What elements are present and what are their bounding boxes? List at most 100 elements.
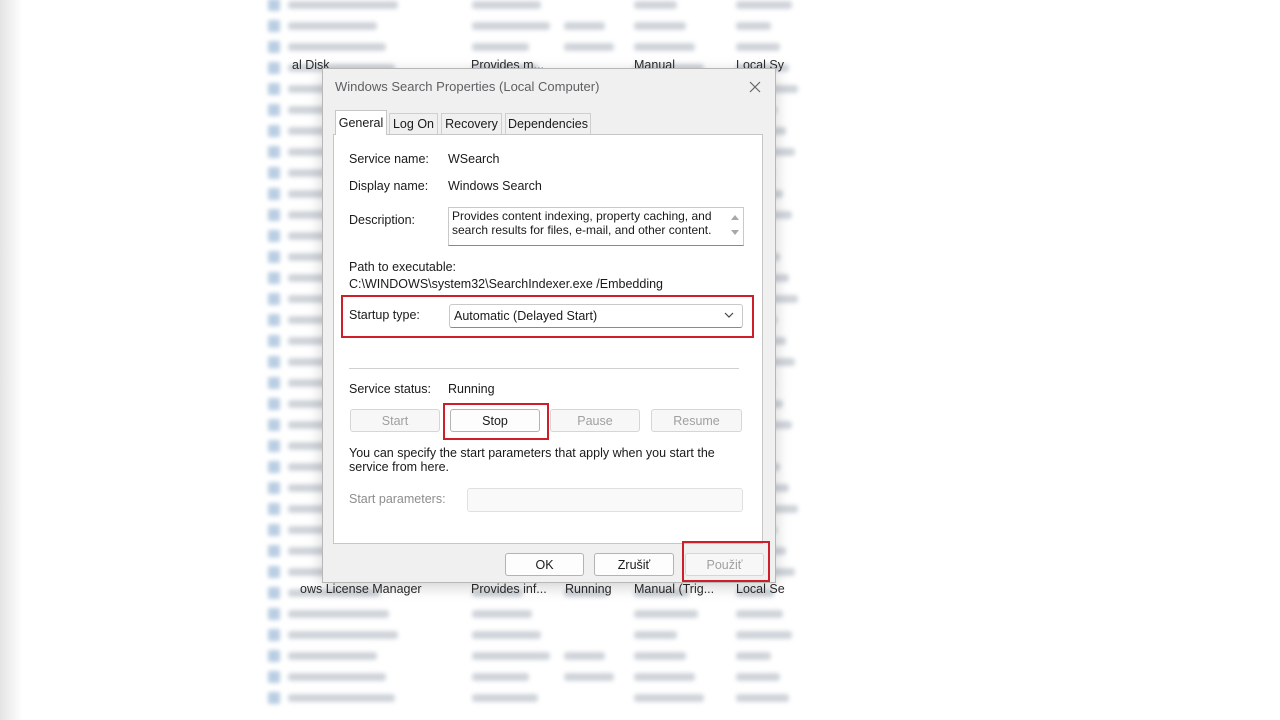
- bg-row-desc-bottom: Provides inf...: [471, 582, 547, 596]
- bg-list-cell: [472, 631, 541, 639]
- bg-list-cell: [288, 652, 377, 660]
- service-gear-icon: [268, 208, 280, 221]
- dialog-titlebar[interactable]: Windows Search Properties (Local Compute…: [323, 69, 775, 105]
- bg-list-cell: [736, 22, 771, 30]
- bg-list-row: [262, 603, 822, 624]
- ok-button[interactable]: OK: [505, 553, 584, 576]
- bg-list-cell: [736, 43, 780, 51]
- bg-row-logon-bottom: Local Se: [736, 582, 785, 596]
- tab-dependencies[interactable]: Dependencies: [505, 113, 591, 134]
- startup-type-value: Automatic (Delayed Start): [454, 309, 598, 323]
- service-gear-icon: [268, 145, 280, 158]
- service-gear-icon: [268, 565, 280, 578]
- bg-list-cell: [564, 673, 614, 681]
- description-box[interactable]: Provides content indexing, property cach…: [448, 207, 744, 246]
- bg-list-cell: [472, 610, 532, 618]
- bg-list-cell: [634, 610, 698, 618]
- service-gear-icon: [268, 586, 280, 599]
- bg-row-name-bottom: ows License Manager: [300, 582, 422, 596]
- service-gear-icon: [268, 544, 280, 557]
- service-gear-icon: [268, 460, 280, 473]
- tab-log-on[interactable]: Log On: [389, 113, 438, 134]
- service-gear-icon: [268, 607, 280, 620]
- apply-button[interactable]: Použiť: [685, 553, 764, 576]
- description-label: Description:: [349, 213, 415, 227]
- startup-type-select[interactable]: Automatic (Delayed Start): [449, 304, 743, 328]
- service-gear-icon: [268, 250, 280, 263]
- service-status-value: Running: [448, 382, 495, 396]
- bg-list-cell: [288, 43, 386, 51]
- stop-button[interactable]: Stop: [450, 409, 540, 432]
- service-gear-icon: [268, 187, 280, 200]
- service-gear-icon: [268, 649, 280, 662]
- display-name-value: Windows Search: [448, 179, 542, 193]
- bg-list-cell: [736, 652, 771, 660]
- service-gear-icon: [268, 19, 280, 32]
- bg-list-cell: [564, 22, 605, 30]
- display-name-label: Display name:: [349, 179, 429, 193]
- service-gear-icon: [268, 376, 280, 389]
- bg-list-cell: [288, 631, 398, 639]
- description-value: Provides content indexing, property cach…: [452, 209, 712, 237]
- resume-button[interactable]: Resume: [651, 409, 742, 432]
- service-status-label: Service status:: [349, 382, 431, 396]
- bg-list-cell: [634, 652, 686, 660]
- startup-type-label: Startup type:: [349, 308, 420, 322]
- service-gear-icon: [268, 628, 280, 641]
- bg-list-row: [262, 624, 822, 645]
- bg-list-cell: [472, 694, 538, 702]
- close-button[interactable]: [745, 77, 765, 97]
- bg-list-row: [262, 0, 822, 15]
- pause-button[interactable]: Pause: [550, 409, 640, 432]
- left-edge-shadow: [0, 0, 22, 720]
- bg-list-cell: [736, 631, 792, 639]
- service-gear-icon: [268, 481, 280, 494]
- bg-list-cell: [288, 1, 398, 9]
- bg-list-cell: [634, 43, 695, 51]
- bg-list-cell: [472, 1, 541, 9]
- bg-list-cell: [564, 43, 614, 51]
- service-gear-icon: [268, 523, 280, 536]
- bg-list-row: [262, 645, 822, 666]
- service-gear-icon: [268, 82, 280, 95]
- bg-list-row: [262, 687, 822, 708]
- service-gear-icon: [268, 313, 280, 326]
- path-value: C:\WINDOWS\system32\SearchIndexer.exe /E…: [349, 277, 664, 291]
- service-gear-icon: [268, 166, 280, 179]
- bg-list-cell: [736, 673, 780, 681]
- start-parameters-input[interactable]: [467, 488, 743, 512]
- tab-general[interactable]: General: [335, 110, 387, 135]
- scroll-down-icon[interactable]: [730, 229, 740, 237]
- service-gear-icon: [268, 355, 280, 368]
- bg-list-cell: [472, 673, 529, 681]
- service-gear-icon: [268, 502, 280, 515]
- cancel-button[interactable]: Zrušiť: [594, 553, 674, 576]
- service-gear-icon: [268, 0, 280, 11]
- start-button[interactable]: Start: [350, 409, 440, 432]
- bg-row-status-bottom: Running: [565, 582, 612, 596]
- scroll-up-icon[interactable]: [730, 213, 740, 221]
- description-scrollbar[interactable]: [729, 210, 741, 243]
- service-gear-icon: [268, 124, 280, 137]
- bg-list-cell: [634, 673, 695, 681]
- service-gear-icon: [268, 61, 280, 74]
- bg-list-cell: [634, 22, 686, 30]
- service-gear-icon: [268, 397, 280, 410]
- service-gear-icon: [268, 670, 280, 683]
- section-divider: [349, 368, 739, 369]
- service-gear-icon: [268, 40, 280, 53]
- bg-list-cell: [736, 610, 783, 618]
- bg-row-startup-bottom: Manual (Trig...: [634, 582, 715, 596]
- service-gear-icon: [268, 103, 280, 116]
- service-gear-icon: [268, 292, 280, 305]
- bg-list-row: [262, 666, 822, 687]
- service-gear-icon: [268, 418, 280, 431]
- start-parameters-label: Start parameters:: [349, 492, 446, 506]
- bg-list-cell: [634, 1, 677, 9]
- dialog-title: Windows Search Properties (Local Compute…: [335, 79, 600, 94]
- chevron-down-icon: [724, 312, 734, 318]
- tab-recovery[interactable]: Recovery: [441, 113, 502, 134]
- bg-list-cell: [736, 1, 792, 9]
- bg-list-row: [262, 15, 822, 36]
- service-gear-icon: [268, 229, 280, 242]
